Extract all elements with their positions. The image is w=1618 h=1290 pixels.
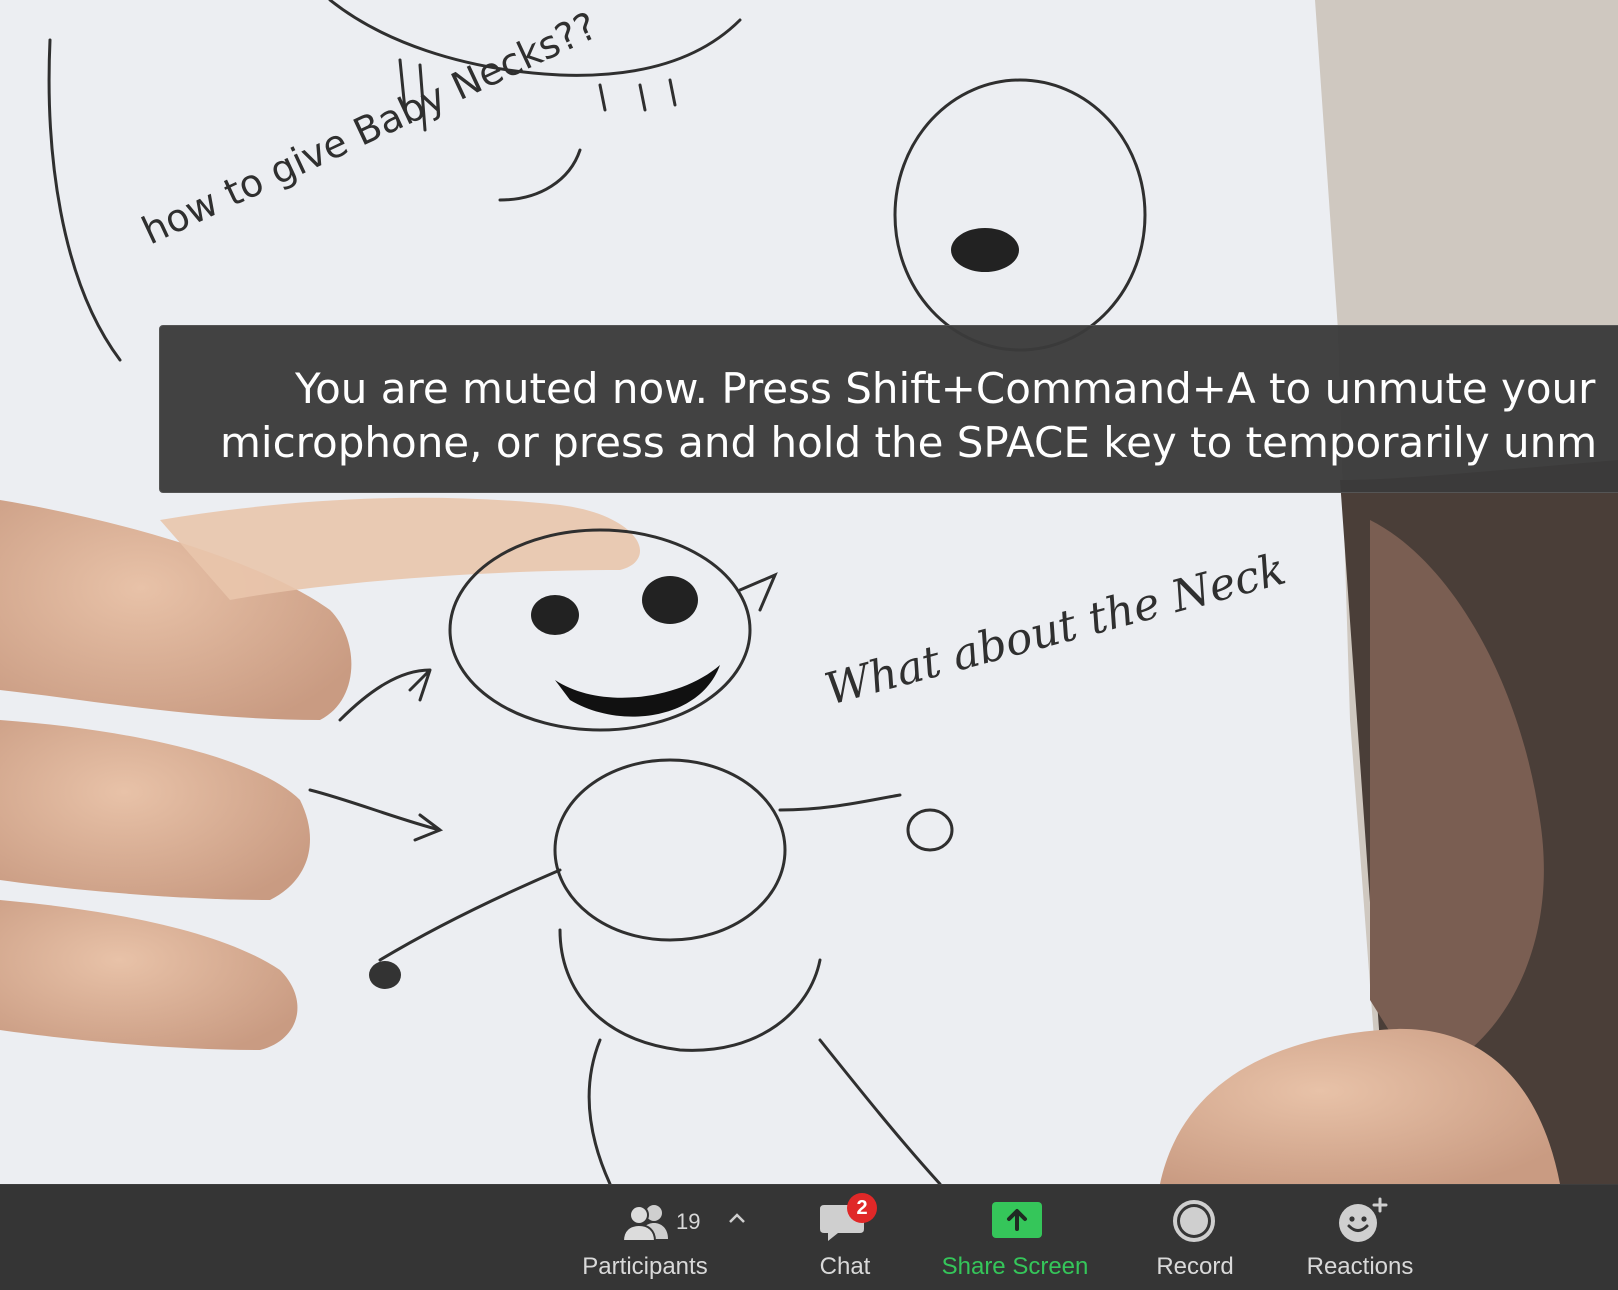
meeting-toolbar: 19 Participants 2 Chat Share Screen Reco… <box>0 1184 1618 1290</box>
record-label: Record <box>1156 1253 1234 1280</box>
muted-notification-toast: You are muted now. Press Shift+Command+A… <box>159 325 1618 493</box>
reactions-label: Reactions <box>1306 1253 1414 1280</box>
participants-count: 19 <box>676 1209 701 1234</box>
record-button[interactable]: Record <box>1130 1185 1260 1290</box>
chat-button[interactable]: 2 Chat <box>790 1185 900 1290</box>
reactions-icon <box>1338 1197 1388 1248</box>
zoom-meeting-window: how to give Baby Necks?? What about the … <box>0 0 1618 1290</box>
record-icon <box>1172 1199 1216 1248</box>
share-screen-label: Share Screen <box>941 1253 1089 1280</box>
toast-line-2: microphone, or press and hold the SPACE … <box>220 418 1598 467</box>
participants-options-button[interactable] <box>722 1185 752 1290</box>
chevron-up-icon <box>728 1211 746 1230</box>
video-feed: how to give Baby Necks?? What about the … <box>0 0 1618 1184</box>
chat-label: Chat <box>819 1253 871 1280</box>
participants-icon <box>621 1203 672 1248</box>
toast-line-1: You are muted now. Press Shift+Command+A… <box>295 364 1596 413</box>
share-screen-button[interactable]: Share Screen <box>930 1185 1100 1290</box>
chat-unread-badge: 2 <box>847 1193 877 1223</box>
video-frame-drawing: how to give Baby Necks?? What about the … <box>0 0 1618 1184</box>
participants-button[interactable]: 19 Participants <box>570 1185 720 1290</box>
participants-label: Participants <box>582 1253 708 1280</box>
reactions-button[interactable]: Reactions <box>1290 1185 1430 1290</box>
share-screen-icon <box>992 1202 1042 1243</box>
